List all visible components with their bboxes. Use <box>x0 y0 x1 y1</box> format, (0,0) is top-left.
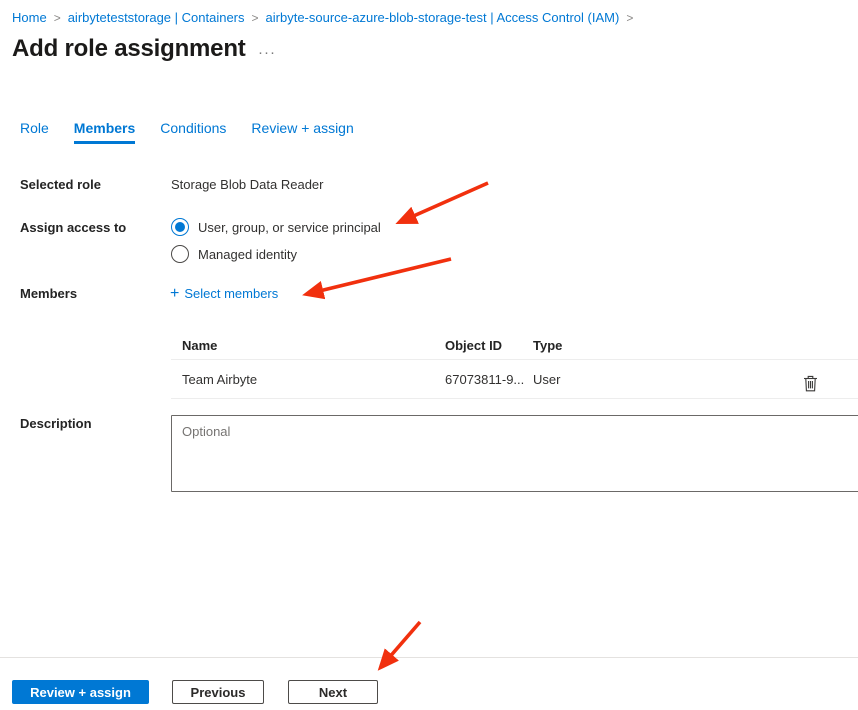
plus-icon: + <box>170 287 179 300</box>
column-header-name: Name <box>182 338 217 353</box>
table-row: Team Airbyte 67073811-9... User <box>171 360 858 399</box>
radio-user-group-service-principal[interactable]: User, group, or service principal <box>171 218 381 236</box>
breadcrumb-separator: > <box>252 11 259 25</box>
members-label: Members <box>20 286 77 301</box>
tab-members[interactable]: Members <box>74 120 135 144</box>
tab-conditions[interactable]: Conditions <box>160 120 226 144</box>
selected-role-value: Storage Blob Data Reader <box>171 177 323 192</box>
arrow-to-radio <box>400 183 488 222</box>
breadcrumb-iam-link[interactable]: airbyte-source-azure-blob-storage-test |… <box>266 10 620 25</box>
radio-unselected-icon <box>171 245 189 263</box>
selected-role-label: Selected role <box>20 177 101 192</box>
description-input[interactable] <box>171 415 858 492</box>
column-header-type: Type <box>533 338 562 353</box>
members-table-header: Name Object ID Type <box>171 331 858 360</box>
page-title: Add role assignment <box>12 35 246 63</box>
delete-member-button[interactable] <box>799 372 821 394</box>
arrow-to-next-button <box>381 622 420 667</box>
breadcrumb-separator: > <box>626 11 633 25</box>
breadcrumb-home-link[interactable]: Home <box>12 10 47 25</box>
next-button[interactable]: Next <box>288 680 378 704</box>
review-assign-button[interactable]: Review + assign <box>12 680 149 704</box>
select-members-label: Select members <box>184 286 278 301</box>
radio-managed-identity[interactable]: Managed identity <box>171 245 381 263</box>
description-label: Description <box>20 416 92 431</box>
tab-review-assign[interactable]: Review + assign <box>251 120 353 144</box>
member-object-id: 67073811-9... <box>445 372 524 387</box>
radio-label: User, group, or service principal <box>198 220 381 235</box>
tab-role[interactable]: Role <box>20 120 49 144</box>
column-header-object-id: Object ID <box>445 338 502 353</box>
member-type: User <box>533 372 560 387</box>
member-name: Team Airbyte <box>182 372 257 387</box>
tab-bar: Role Members Conditions Review + assign <box>20 120 354 144</box>
members-table: Name Object ID Type Team Airbyte 6707381… <box>171 331 858 399</box>
more-options-icon[interactable]: ··· <box>258 44 276 61</box>
trash-icon <box>803 375 818 392</box>
breadcrumb-separator: > <box>54 11 61 25</box>
breadcrumb-storage-link[interactable]: airbyteteststorage | Containers <box>68 10 245 25</box>
radio-selected-icon <box>171 218 189 236</box>
radio-label: Managed identity <box>198 247 297 262</box>
breadcrumb: Home > airbyteteststorage | Containers >… <box>12 10 640 25</box>
previous-button[interactable]: Previous <box>172 680 264 704</box>
assign-access-radio-group: User, group, or service principal Manage… <box>171 218 381 272</box>
assign-access-to-label: Assign access to <box>20 220 126 235</box>
footer-divider <box>0 657 858 658</box>
select-members-link[interactable]: + Select members <box>170 286 278 301</box>
